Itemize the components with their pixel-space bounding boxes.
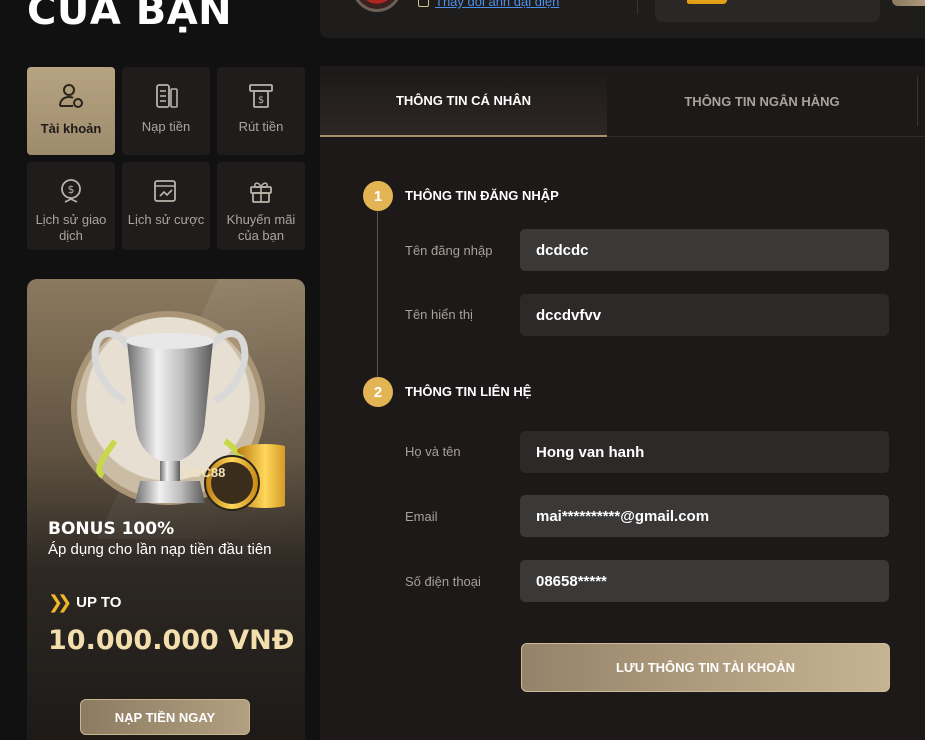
page-title: CỦA BẠN (27, 0, 233, 34)
menu-item-account[interactable]: Tài khoản (27, 67, 115, 155)
menu-label-transaction-history: Lịch sử giao dịch (35, 212, 107, 243)
deposit-now-button[interactable]: NẠP TIỀN NGAY (80, 699, 250, 735)
info-tabs: THÔNG TIN CÁ NHÂN THÔNG TIN NGÂN HÀNG (320, 66, 925, 137)
display-name-label: Tên hiển thị (405, 307, 473, 322)
email-field[interactable] (520, 495, 889, 537)
menu-item-transaction-history[interactable]: $ Lịch sử giao dịch (27, 162, 115, 250)
promo-upto: ❯❯ UP TO (48, 592, 121, 613)
change-avatar-link[interactable]: Thay đổi ảnh đại diện (418, 0, 559, 9)
promo-amount: 10.000.000 VNĐ (48, 625, 295, 656)
phone-field[interactable] (520, 560, 889, 602)
wallet-balance: 0 Đ (655, 0, 880, 22)
username-label: Tên đăng nhập (405, 243, 493, 258)
double-chevron-icon: ❯❯ (48, 592, 72, 612)
gift-icon (250, 182, 272, 203)
edit-icon (418, 0, 429, 7)
account-info-panel: THÔNG TIN CÁ NHÂN THÔNG TIN NGÂN HÀNG 1 … (320, 66, 925, 740)
phone-label: Số điện thoại (405, 574, 481, 589)
promo-upto-label: UP TO (76, 594, 122, 611)
menu-item-withdraw[interactable]: $ Rút tiền (217, 67, 305, 155)
change-avatar-label: Thay đổi ảnh đại diện (435, 0, 560, 9)
display-name-field[interactable] (520, 294, 889, 336)
account-icon (59, 84, 83, 108)
header-action-button[interactable] (892, 0, 925, 6)
balance-amount: 0 Đ (747, 0, 775, 1)
menu-item-promotions[interactable]: Khuyến mãi của bạn (217, 162, 305, 250)
full-name-label: Họ và tên (405, 444, 461, 459)
menu-item-bet-history[interactable]: Lịch sử cược (122, 162, 210, 250)
menu-label-deposit: Nạp tiền (141, 119, 191, 134)
save-account-button[interactable]: LƯU THÔNG TIN TÀI KHOẢN (521, 643, 890, 692)
svg-text:$: $ (68, 183, 75, 196)
menu-label-bet-history: Lịch sử cược (127, 212, 205, 227)
section-title-login: THÔNG TIN ĐĂNG NHẬP (405, 188, 559, 203)
menu-label-withdraw: Rút tiền (238, 119, 284, 134)
soc88-coin-label: SOC88 (182, 465, 226, 480)
menu-label-promotions: Khuyến mãi của bạn (226, 212, 296, 243)
promo-description: Áp dụng cho lần nạp tiền đầu tiên (48, 541, 272, 558)
withdraw-icon: $ (249, 84, 273, 108)
tab-divider (917, 76, 918, 126)
transaction-history-icon: $ (61, 179, 81, 203)
section-title-contact: THÔNG TIN LIÊN HỆ (405, 384, 532, 399)
step-1-badge: 1 (363, 181, 393, 211)
trophy-icon (91, 330, 285, 511)
bet-history-icon (154, 180, 176, 202)
tab-personal-info[interactable]: THÔNG TIN CÁ NHÂN (320, 66, 607, 137)
step-connector (377, 206, 378, 378)
deposit-icon (156, 84, 178, 108)
username-field[interactable] (520, 229, 889, 271)
full-name-field[interactable] (520, 431, 889, 473)
gold-bar-icon (686, 0, 730, 4)
step-2-badge: 2 (363, 377, 393, 407)
header-divider (637, 0, 638, 14)
email-label: Email (405, 509, 438, 524)
svg-text:$: $ (258, 95, 264, 106)
promo-title: BONUS 100% (48, 519, 175, 539)
menu-label-account: Tài khoản (40, 121, 102, 136)
promo-card: SOC88 BONUS 100% Áp dụng cho lần nạp tiề… (27, 279, 305, 740)
menu-item-deposit[interactable]: Nạp tiền (122, 67, 210, 155)
tab-bank-info[interactable]: THÔNG TIN NGÂN HÀNG (607, 66, 917, 137)
